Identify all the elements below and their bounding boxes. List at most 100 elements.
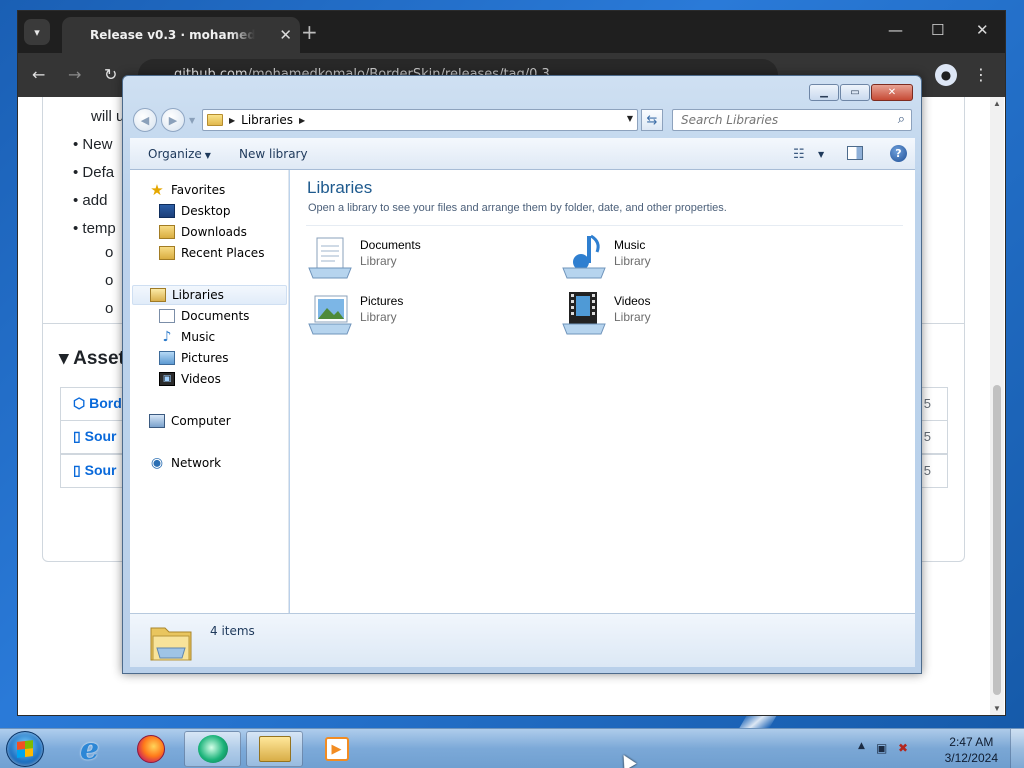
scroll-thumb[interactable] — [993, 385, 1001, 695]
nav-item-videos[interactable]: ▣ Videos — [159, 369, 221, 389]
scroll-down-icon[interactable]: ▼ — [993, 704, 1001, 713]
item-count: 4 items — [210, 624, 255, 638]
tab-close-icon[interactable]: ✕ — [279, 26, 292, 44]
taskbar-app-arrow[interactable] — [184, 731, 241, 767]
nav-item-favorites[interactable]: ★ Favorites — [149, 180, 225, 200]
back-button[interactable]: ◀ — [133, 108, 157, 132]
nav-item-recent-places[interactable]: Recent Places — [159, 243, 264, 263]
computer-icon — [149, 414, 165, 428]
show-hidden-icons-button[interactable]: ▲ — [858, 741, 865, 751]
list-item: • temp — [73, 220, 116, 237]
browser-tab-active[interactable]: Release v0.3 · mohamedkomalo/BorderSkin … — [62, 17, 300, 53]
zip-icon: ▯ — [73, 462, 81, 478]
app-arrow-icon — [197, 735, 228, 763]
new-tab-button[interactable]: + — [301, 20, 318, 44]
browser-maximize-button[interactable]: ☐ — [931, 21, 944, 39]
address-dropdown-icon[interactable]: ▼ — [627, 114, 633, 123]
close-button[interactable]: ✕ — [871, 84, 913, 101]
back-arrow-icon[interactable]: ← — [32, 65, 45, 84]
library-tile-pictures[interactable]: Pictures Library — [307, 288, 537, 338]
sub-list-marker: o — [105, 244, 114, 261]
breadcrumb-arrow-icon[interactable]: ▶ — [229, 116, 235, 125]
forward-button[interactable]: ▶ — [161, 108, 185, 132]
clock[interactable]: 2:47 AM 3/12/2024 — [945, 734, 998, 766]
volume-muted-icon[interactable]: ✖ — [898, 741, 908, 755]
library-tile-documents[interactable]: Documents Library — [307, 232, 537, 282]
search-box[interactable]: ⌕ — [672, 109, 912, 131]
profile-avatar-icon[interactable]: ● — [935, 64, 957, 86]
explorer-address-bar[interactable]: ▶ Libraries ▶ ▼ — [202, 109, 638, 131]
tab-search-button[interactable]: ▾ — [24, 19, 50, 45]
pictures-library-icon — [308, 295, 352, 335]
content-pane: Libraries Open a library to see your fil… — [290, 170, 915, 613]
organize-button[interactable]: Organize ▼ — [148, 147, 211, 161]
kebab-menu-icon[interactable]: ⋮ — [973, 65, 989, 84]
scroll-up-icon[interactable]: ▲ — [993, 99, 1001, 108]
network-tray-icon[interactable]: ▣ — [876, 741, 887, 755]
package-icon: ⬡ — [73, 395, 86, 411]
taskbar-internet-explorer[interactable]: e — [61, 731, 118, 767]
refresh-button[interactable]: ⇆ — [641, 109, 663, 131]
nav-item-music[interactable]: ♪ Music — [159, 327, 216, 347]
taskbar: e ▶ ▲ ▣ ✖ 2:47 AM 3/12/2024 — [0, 728, 1024, 768]
media-player-icon: ▶ — [324, 737, 349, 761]
breadcrumb-libraries[interactable]: Libraries — [241, 113, 293, 127]
caret-down-icon: ▾ — [59, 348, 69, 369]
page-scrollbar[interactable]: ▲ ▼ — [990, 97, 1004, 715]
forward-arrow-icon[interactable]: → — [68, 65, 81, 84]
nav-item-documents[interactable]: Documents — [159, 306, 249, 326]
browser-tab-bar: ▾ Release v0.3 · mohamedkomalo/BorderSki… — [18, 11, 1005, 53]
libraries-folder-icon — [150, 627, 192, 661]
preview-pane-icon[interactable] — [847, 146, 863, 160]
library-name: Music — [614, 238, 646, 252]
browser-close-button[interactable]: ✕ — [976, 21, 989, 39]
search-input[interactable] — [681, 113, 881, 127]
breadcrumb-arrow-icon[interactable]: ▶ — [299, 116, 305, 125]
libraries-icon — [150, 288, 166, 302]
page-subtitle: Open a library to see your files and arr… — [308, 202, 727, 214]
internet-explorer-icon: e — [79, 731, 100, 767]
libraries-folder-icon — [207, 114, 223, 126]
assets-heading[interactable]: ▾ Asset — [59, 347, 125, 370]
nav-item-downloads[interactable]: Downloads — [159, 222, 247, 242]
library-type: Library — [360, 254, 397, 268]
library-tile-music[interactable]: Music Library — [561, 232, 791, 282]
maximize-button[interactable]: ▭ — [840, 84, 870, 101]
nav-item-pictures[interactable]: Pictures — [159, 348, 229, 368]
tab-title: Release v0.3 · mohamedkomalo/BorderSkin — [90, 28, 255, 42]
library-name: Documents — [360, 238, 421, 252]
sub-list-marker: o — [105, 300, 114, 317]
navigation-pane: ★ Favorites Desktop Downloads Recent Plac… — [130, 170, 289, 613]
start-button[interactable] — [6, 731, 44, 767]
list-item: • add — [73, 192, 108, 209]
taskbar-media-player[interactable]: ▶ — [308, 731, 365, 767]
new-library-button[interactable]: New library — [239, 147, 308, 161]
view-options-dropdown-icon[interactable]: ▼ — [818, 150, 824, 159]
sub-list-marker: o — [105, 272, 114, 289]
library-tile-videos[interactable]: Videos Library — [561, 288, 791, 338]
show-desktop-button[interactable] — [1010, 729, 1024, 768]
minimize-button[interactable]: ▁ — [809, 84, 839, 101]
taskbar-firefox[interactable] — [122, 731, 179, 767]
nav-item-network[interactable]: ◉ Network — [149, 453, 221, 473]
videos-icon: ▣ — [159, 372, 175, 386]
caption-buttons: ▁ ▭ ✕ — [809, 84, 913, 101]
reload-icon[interactable]: ↻ — [104, 65, 117, 84]
nav-item-desktop[interactable]: Desktop — [159, 201, 231, 221]
nav-item-computer[interactable]: Computer — [149, 411, 231, 431]
explorer-window: ▁ ▭ ✕ ◀ ▶ ▼ ▶ Libraries ▶ ▼ ⇆ ⌕ Organize… — [122, 75, 922, 674]
library-name: Pictures — [360, 294, 404, 308]
network-icon: ◉ — [150, 455, 164, 471]
taskbar-windows-explorer[interactable] — [246, 731, 303, 767]
recent-pages-dropdown-icon[interactable]: ▼ — [189, 116, 195, 125]
details-pane: 4 items — [130, 613, 915, 667]
help-icon[interactable]: ? — [890, 145, 907, 162]
windows-explorer-icon — [258, 736, 291, 762]
browser-minimize-button[interactable]: — — [888, 21, 903, 39]
change-view-icon[interactable]: ☷ — [793, 147, 805, 162]
text-fragment: will u — [91, 108, 125, 125]
nav-item-libraries[interactable]: Libraries — [132, 285, 287, 305]
forward-arrow-icon: ▶ — [168, 113, 178, 127]
documents-icon — [159, 309, 175, 323]
search-icon[interactable]: ⌕ — [898, 112, 905, 127]
